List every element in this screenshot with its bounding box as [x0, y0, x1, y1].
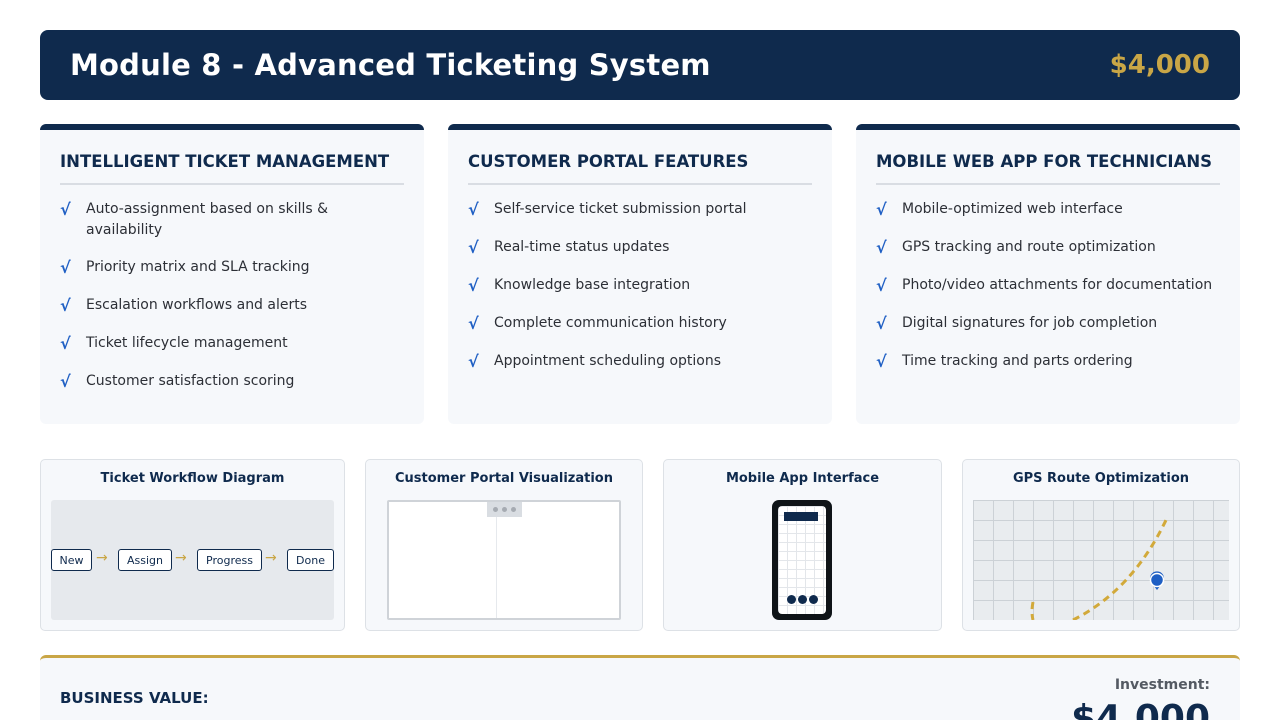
feature-card-title: INTELLIGENT TICKET MANAGEMENT: [60, 152, 404, 185]
feature-item-text: GPS tracking and route optimization: [902, 239, 1156, 255]
feature-item: √ GPS tracking and route optimization: [876, 237, 1220, 259]
checkmark-icon: √: [876, 276, 887, 295]
phone-header-bar: [784, 512, 818, 521]
gps-route-card: GPS Route Optimization: [962, 459, 1240, 631]
checkmark-icon: √: [468, 200, 479, 219]
phone-dot: [786, 595, 796, 604]
feature-card-mobile-app: MOBILE WEB APP FOR TECHNICIANS √ Mobile-o…: [856, 124, 1240, 424]
investment-label: Investment:: [1114, 677, 1210, 693]
mobile-app-card: Mobile App Interface: [663, 459, 942, 631]
workflow-step-assign: Assign: [118, 549, 172, 571]
window-dots-icon: [487, 502, 522, 517]
phone-dot: [797, 595, 807, 604]
feature-item: √ Time tracking and parts ordering: [876, 351, 1220, 373]
feature-cards: INTELLIGENT TICKET MANAGEMENT √ Auto-assi…: [40, 124, 1240, 424]
checkmark-icon: √: [60, 334, 71, 353]
feature-item: √ Priority matrix and SLA tracking: [60, 257, 404, 279]
visual-title: GPS Route Optimization: [1012, 471, 1190, 486]
checkmark-icon: √: [468, 238, 479, 257]
feature-item: √ Customer satisfaction scoring: [60, 371, 404, 393]
feature-item-text: Digital signatures for job completion: [902, 315, 1158, 331]
feature-item-text: Customer satisfaction scoring: [86, 373, 295, 389]
checkmark-icon: √: [60, 200, 71, 219]
checkmark-icon: √: [876, 238, 887, 257]
feature-item-text: Appointment scheduling options: [494, 353, 722, 369]
visual-title: Mobile App Interface: [725, 471, 880, 486]
route-path: [1030, 517, 1169, 620]
portal-visualization-card: Customer Portal Visualization: [365, 459, 643, 631]
feature-card-title: MOBILE WEB APP FOR TECHNICIANS: [876, 152, 1220, 185]
business-value-title: BUSINESS VALUE:: [60, 689, 209, 707]
map-pin-icon: [1149, 571, 1165, 590]
module-price: $4,000: [1109, 50, 1210, 80]
feature-item-text: Real-time status updates: [494, 239, 670, 255]
window-dot: [502, 507, 507, 512]
feature-item-text: Complete communication history: [494, 315, 727, 331]
arrow-right-icon: →: [175, 550, 187, 566]
feature-item: √ Real-time status updates: [468, 237, 812, 259]
checkmark-icon: √: [468, 314, 479, 333]
feature-item-text: Self-service ticket submission portal: [494, 201, 747, 217]
workflow-step-done: Done: [287, 549, 334, 571]
feature-item: √ Knowledge base integration: [468, 275, 812, 297]
feature-item: √ Digital signatures for job completion: [876, 313, 1220, 335]
feature-list: √ Self-service ticket submission portal √…: [468, 199, 812, 373]
feature-list: √ Mobile-optimized web interface √ GPS tra…: [876, 199, 1220, 373]
feature-item: √ Ticket lifecycle management: [60, 333, 404, 355]
feature-item: √ Appointment scheduling options: [468, 351, 812, 373]
route-map: [973, 500, 1229, 620]
feature-item: √ Escalation workflows and alerts: [60, 295, 404, 317]
feature-item: √ Auto-assignment based on skills & avail…: [60, 199, 404, 241]
feature-item-text: Photo/video attachments for documentatio…: [902, 277, 1213, 293]
feature-item: √ Mobile-optimized web interface: [876, 199, 1220, 221]
feature-item-text: Auto-assignment based on skills & availa…: [86, 201, 329, 238]
portal-divider: [496, 502, 497, 618]
checkmark-icon: √: [60, 258, 71, 277]
phone-screen: [778, 506, 826, 614]
checkmark-icon: √: [876, 200, 887, 219]
feature-list: √ Auto-assignment based on skills & avail…: [60, 199, 404, 393]
checkmark-icon: √: [60, 296, 71, 315]
phone-dot: [808, 595, 818, 604]
window-dot: [493, 507, 498, 512]
investment-value: $4,000: [1071, 698, 1210, 720]
workflow-step-progress: Progress: [197, 549, 262, 571]
window-dot: [511, 507, 516, 512]
checkmark-icon: √: [468, 352, 479, 371]
module-header: Module 8 - Advanced Ticketing System $4,…: [40, 30, 1240, 100]
phone-nav-dots: [778, 595, 826, 604]
feature-item-text: Mobile-optimized web interface: [902, 201, 1123, 217]
checkmark-icon: √: [468, 276, 479, 295]
visual-previews: Ticket Workflow Diagram New → Assign → P…: [40, 459, 1240, 631]
checkmark-icon: √: [876, 314, 887, 333]
route-path-svg: [1030, 517, 1169, 620]
business-value-section: BUSINESS VALUE: Investment: $4,000: [40, 655, 1240, 720]
feature-item-text: Knowledge base integration: [494, 277, 691, 293]
checkmark-icon: √: [876, 352, 887, 371]
feature-item: √ Complete communication history: [468, 313, 812, 335]
feature-card-title: CUSTOMER PORTAL FEATURES: [468, 152, 812, 185]
feature-item-text: Ticket lifecycle management: [86, 335, 288, 351]
arrow-right-icon: →: [265, 550, 277, 566]
feature-item: √ Photo/video attachments for documentati…: [876, 275, 1220, 297]
feature-item: √ Self-service ticket submission portal: [468, 199, 812, 221]
workflow-step-new: New: [51, 549, 92, 571]
feature-item-text: Escalation workflows and alerts: [86, 297, 308, 313]
feature-item-text: Time tracking and parts ordering: [902, 353, 1133, 369]
phone-mockup-icon: [772, 500, 832, 620]
browser-window-mockup: [387, 500, 621, 620]
arrow-right-icon: →: [96, 550, 108, 566]
visual-title: Customer Portal Visualization: [395, 471, 613, 486]
checkmark-icon: √: [60, 372, 71, 391]
workflow-diagram-card: Ticket Workflow Diagram New → Assign → P…: [40, 459, 345, 631]
workflow-diagram: New → Assign → Progress → Done: [51, 500, 334, 620]
feature-card-customer-portal: CUSTOMER PORTAL FEATURES √ Self-service t…: [448, 124, 832, 424]
visual-title: Ticket Workflow Diagram: [100, 471, 285, 486]
feature-card-ticket-management: INTELLIGENT TICKET MANAGEMENT √ Auto-assi…: [40, 124, 424, 424]
module-title: Module 8 - Advanced Ticketing System: [70, 48, 711, 82]
feature-item-text: Priority matrix and SLA tracking: [86, 259, 310, 275]
